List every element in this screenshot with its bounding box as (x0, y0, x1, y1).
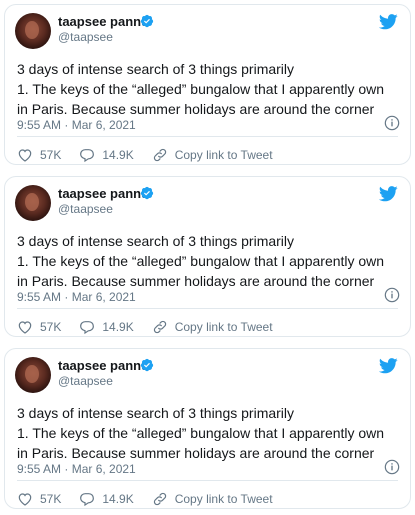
avatar[interactable] (15, 185, 51, 221)
author-name[interactable]: taapsee pannu (58, 14, 149, 29)
copy-link-label: Copy link to Tweet (174, 320, 273, 334)
tweet-text: 3 days of intense search of 3 things pri… (17, 59, 400, 119)
twitter-bird-icon[interactable] (379, 358, 398, 374)
like-count: 57K (40, 492, 62, 506)
tweet-card[interactable]: taapsee pannu @taapsee 3 days of intense… (4, 176, 411, 337)
tweet-actions: 57K 14.9K Copy link to Tweet (17, 319, 291, 335)
reply-button[interactable]: 14.9K (79, 491, 134, 507)
tweet-timestamp[interactable]: 9:55 AM · Mar 6, 2021 (17, 118, 136, 132)
divider (17, 480, 398, 481)
copy-link-button[interactable]: Copy link to Tweet (152, 491, 273, 507)
divider (17, 136, 398, 137)
like-count: 57K (40, 320, 62, 334)
twitter-bird-icon[interactable] (379, 186, 398, 202)
author-name[interactable]: taapsee pannu (58, 186, 149, 201)
author-handle[interactable]: @taapsee (58, 30, 113, 44)
tweet-text-line: 3 days of intense search of 3 things pri… (17, 233, 295, 249)
tweet-text-line: 1. The keys of the “alleged” bungalow th… (17, 425, 385, 441)
heart-icon (18, 493, 32, 506)
tweet-text-line: in Paris. Because summer holidays are ar… (17, 273, 375, 289)
like-count: 57K (40, 148, 62, 162)
copy-link-button[interactable]: Copy link to Tweet (152, 147, 273, 163)
reply-count: 14.9K (102, 320, 134, 334)
reply-count: 14.9K (102, 492, 134, 506)
link-icon (153, 148, 166, 162)
info-icon[interactable] (384, 287, 400, 303)
reply-icon (80, 493, 95, 507)
reply-count: 14.9K (102, 148, 134, 162)
link-icon (153, 492, 166, 506)
like-button[interactable]: 57K (17, 147, 61, 163)
tweet-text-line: 1. The keys of the “alleged” bungalow th… (17, 253, 385, 269)
copy-link-label: Copy link to Tweet (174, 492, 273, 506)
tweet-text-line: 3 days of intense search of 3 things pri… (17, 61, 295, 77)
info-icon[interactable] (384, 459, 400, 475)
tweet-text-line: in Paris. Because summer holidays are ar… (17, 445, 375, 461)
tweet-card[interactable]: taapsee pannu @taapsee 3 days of intense… (4, 4, 411, 165)
author-handle[interactable]: @taapsee (58, 202, 113, 216)
link-icon (153, 320, 166, 334)
reply-button[interactable]: 14.9K (79, 147, 134, 163)
verified-badge-icon (140, 14, 154, 28)
divider (17, 308, 398, 309)
info-icon[interactable] (384, 115, 400, 131)
tweet-actions: 57K 14.9K Copy link to Tweet (17, 147, 291, 163)
tweet-text-line: 3 days of intense search of 3 things pri… (17, 405, 295, 421)
heart-icon (18, 321, 32, 334)
reply-button[interactable]: 14.9K (79, 319, 134, 335)
author-name[interactable]: taapsee pannu (58, 358, 149, 373)
heart-icon (18, 149, 32, 162)
reply-icon (80, 321, 95, 335)
verified-badge-icon (140, 358, 154, 372)
avatar[interactable] (15, 357, 51, 393)
reply-icon (80, 149, 95, 163)
like-button[interactable]: 57K (17, 319, 61, 335)
tweet-timestamp[interactable]: 9:55 AM · Mar 6, 2021 (17, 462, 136, 476)
tweet-card[interactable]: taapsee pannu @taapsee 3 days of intense… (4, 348, 411, 509)
tweet-text-line: in Paris. Because summer holidays are ar… (17, 101, 375, 117)
author-handle[interactable]: @taapsee (58, 374, 113, 388)
tweet-text: 3 days of intense search of 3 things pri… (17, 403, 400, 463)
avatar[interactable] (15, 13, 51, 49)
verified-badge-icon (140, 186, 154, 200)
tweet-text-line: 1. The keys of the “alleged” bungalow th… (17, 81, 385, 97)
tweet-actions: 57K 14.9K Copy link to Tweet (17, 491, 291, 507)
like-button[interactable]: 57K (17, 491, 61, 507)
copy-link-button[interactable]: Copy link to Tweet (152, 319, 273, 335)
twitter-bird-icon[interactable] (379, 14, 398, 30)
tweet-timestamp[interactable]: 9:55 AM · Mar 6, 2021 (17, 290, 136, 304)
tweet-text: 3 days of intense search of 3 things pri… (17, 231, 400, 291)
copy-link-label: Copy link to Tweet (174, 148, 273, 162)
